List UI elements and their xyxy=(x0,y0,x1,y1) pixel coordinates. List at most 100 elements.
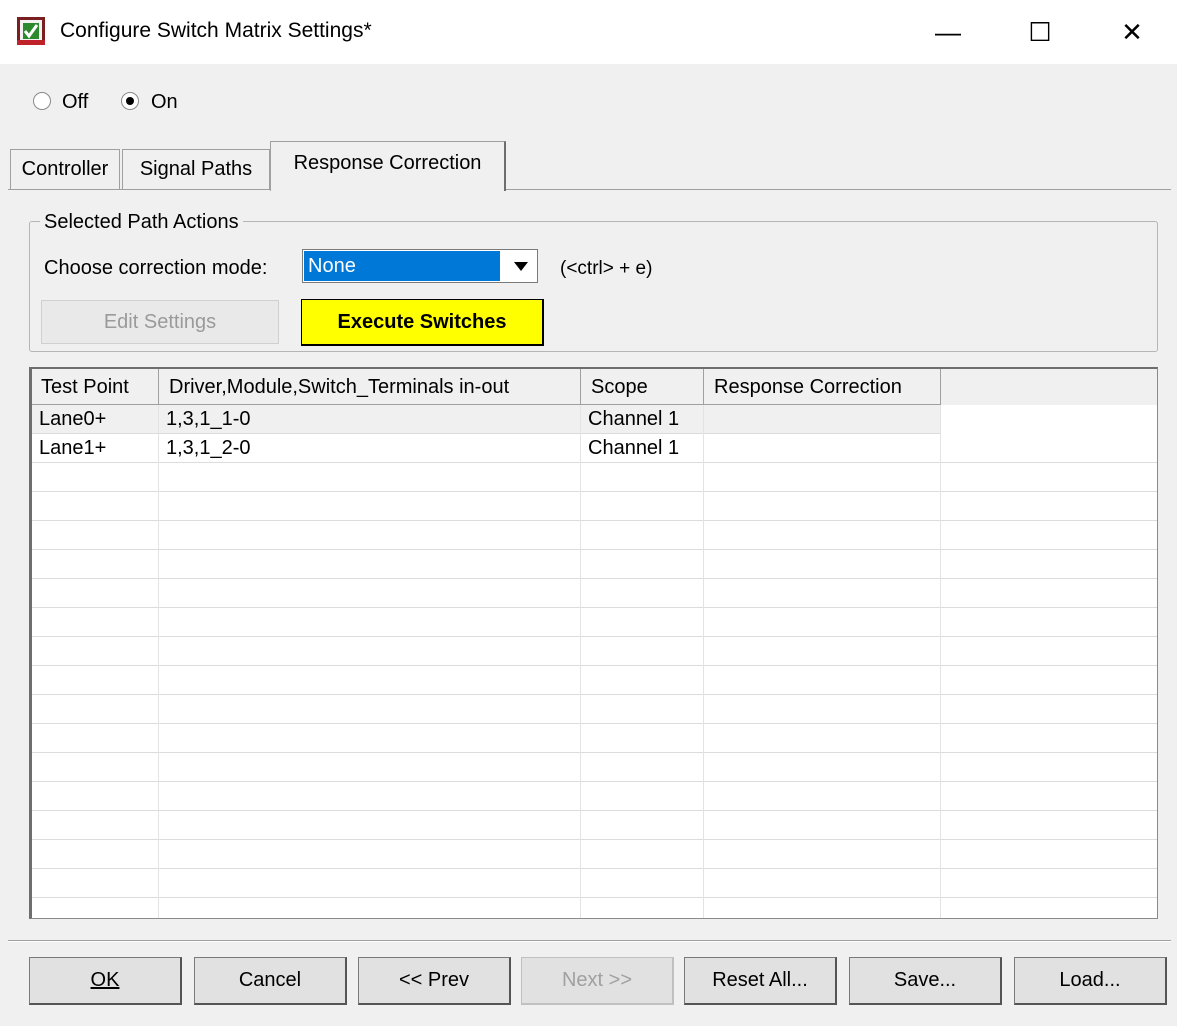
table-cell xyxy=(941,550,1157,579)
column-header-test-point[interactable]: Test Point xyxy=(32,369,159,405)
table-cell xyxy=(704,550,941,579)
off-radio[interactable] xyxy=(33,92,51,110)
table-cell xyxy=(704,463,941,492)
table-cell xyxy=(32,550,159,579)
reset-all-button[interactable]: Reset All... xyxy=(684,957,837,1005)
on-radio[interactable] xyxy=(121,92,139,110)
table-cell xyxy=(159,840,581,869)
table-row[interactable] xyxy=(32,724,1157,753)
table-cell xyxy=(32,463,159,492)
table-cell xyxy=(941,695,1157,724)
table-row[interactable] xyxy=(32,811,1157,840)
table-row[interactable]: Lane1+ 1,3,1_2-0 Channel 1 xyxy=(32,434,1157,463)
table-row[interactable] xyxy=(32,695,1157,724)
table-cell xyxy=(704,434,941,463)
table-cell xyxy=(941,492,1157,521)
table-cell xyxy=(704,869,941,898)
table-cell xyxy=(941,666,1157,695)
table-cell xyxy=(704,579,941,608)
table-cell xyxy=(581,869,704,898)
on-radio-label[interactable]: On xyxy=(151,91,178,114)
reset-all-label: Reset All... xyxy=(712,969,808,991)
table-cell xyxy=(159,521,581,550)
tab-controller[interactable]: Controller xyxy=(10,149,120,189)
table-cell: Channel 1 xyxy=(581,434,704,463)
table-cell xyxy=(581,840,704,869)
table-cell xyxy=(581,666,704,695)
next-button[interactable]: Next >> xyxy=(521,957,674,1005)
table-cell xyxy=(704,608,941,637)
table-row[interactable] xyxy=(32,608,1157,637)
execute-switches-button[interactable]: Execute Switches xyxy=(301,299,544,346)
table-cell xyxy=(941,637,1157,666)
correction-mode-label: Choose correction mode: xyxy=(44,257,268,279)
window-title: Configure Switch Matrix Settings* xyxy=(60,19,372,42)
correction-mode-value[interactable]: None xyxy=(304,251,500,281)
table-cell xyxy=(581,579,704,608)
cancel-button[interactable]: Cancel xyxy=(194,957,347,1005)
column-header-response-correction[interactable]: Response Correction xyxy=(704,369,941,405)
tab-response-correction[interactable]: Response Correction xyxy=(270,141,506,191)
table-row[interactable] xyxy=(32,463,1157,492)
table-cell xyxy=(941,811,1157,840)
table-cell xyxy=(159,811,581,840)
table-row[interactable] xyxy=(32,492,1157,521)
load-button[interactable]: Load... xyxy=(1014,957,1167,1005)
table-row[interactable] xyxy=(32,637,1157,666)
table-cell xyxy=(581,492,704,521)
chevron-down-icon[interactable] xyxy=(506,251,536,281)
maximize-button[interactable]: ☐ xyxy=(994,0,1086,64)
table-cell xyxy=(32,695,159,724)
save-label: Save... xyxy=(893,969,957,991)
table-cell xyxy=(32,724,159,753)
table-cell xyxy=(941,434,1157,463)
maximize-icon: ☐ xyxy=(1028,16,1052,47)
prev-label: << Prev xyxy=(398,969,470,991)
table-row[interactable] xyxy=(32,782,1157,811)
table-row[interactable] xyxy=(32,579,1157,608)
table-row[interactable] xyxy=(32,869,1157,898)
table-cell xyxy=(159,869,581,898)
edit-settings-button[interactable]: Edit Settings xyxy=(41,300,279,344)
table-row[interactable] xyxy=(32,550,1157,579)
table-cell xyxy=(941,869,1157,898)
table-cell xyxy=(581,463,704,492)
ok-button[interactable]: OK xyxy=(29,957,182,1005)
table-row[interactable] xyxy=(32,666,1157,695)
table-cell xyxy=(32,608,159,637)
table-cell xyxy=(704,898,941,918)
table-cell xyxy=(941,608,1157,637)
table-cell xyxy=(32,521,159,550)
column-header-path[interactable]: Driver,Module,Switch_Terminals in-out xyxy=(159,369,581,405)
save-button[interactable]: Save... xyxy=(849,957,1002,1005)
column-header-scope[interactable]: Scope xyxy=(581,369,704,405)
table-cell xyxy=(704,840,941,869)
table-row[interactable]: Lane0+ 1,3,1_1-0 Channel 1 xyxy=(32,405,1157,434)
table-cell xyxy=(159,666,581,695)
table-row[interactable] xyxy=(32,521,1157,550)
table-cell: Lane0+ xyxy=(32,405,159,434)
table-cell xyxy=(704,724,941,753)
table-cell xyxy=(941,579,1157,608)
minimize-button[interactable]: — xyxy=(902,0,994,64)
table-cell xyxy=(941,724,1157,753)
tab-label: Signal Paths xyxy=(139,158,253,180)
table-cell xyxy=(32,637,159,666)
tab-signal-paths[interactable]: Signal Paths xyxy=(122,149,270,189)
prev-button[interactable]: << Prev xyxy=(358,957,511,1005)
close-button[interactable]: ✕ xyxy=(1086,0,1177,64)
table-row[interactable] xyxy=(32,840,1157,869)
table-cell xyxy=(32,898,159,918)
table-cell xyxy=(159,463,581,492)
table-cell xyxy=(941,898,1157,918)
table-row[interactable] xyxy=(32,753,1157,782)
paths-table[interactable]: Test Point Driver,Module,Switch_Terminal… xyxy=(29,367,1158,919)
table-cell xyxy=(159,695,581,724)
table-cell xyxy=(704,811,941,840)
table-row[interactable] xyxy=(32,898,1157,918)
table-cell xyxy=(581,608,704,637)
off-radio-label[interactable]: Off xyxy=(62,91,88,114)
table-cell xyxy=(941,753,1157,782)
close-icon: ✕ xyxy=(1121,16,1143,47)
minimize-icon: — xyxy=(935,16,961,47)
